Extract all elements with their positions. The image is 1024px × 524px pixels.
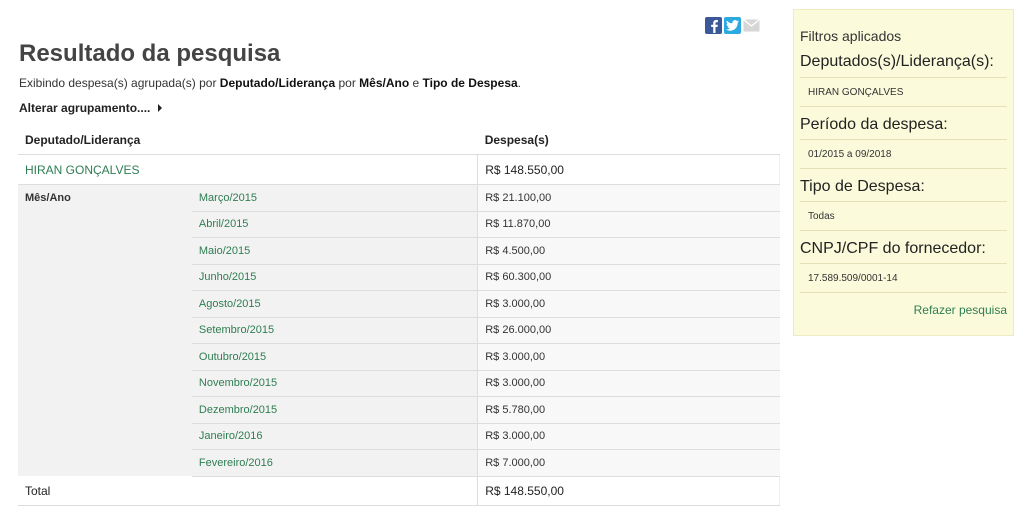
subtitle-bold-1: Deputado/Liderança (219, 76, 336, 90)
month-link[interactable]: Dezembro/2015 (191, 396, 478, 424)
subtitle-text-4: . (517, 76, 522, 90)
month-link[interactable]: Fevereiro/2016 (191, 449, 478, 477)
deputado-total-value: R$ 148.550,00 (477, 154, 780, 185)
grouping-description: Exibindo despesa(s) agrupada(s) por Depu… (19, 76, 521, 90)
month-link[interactable]: Janeiro/2016 (191, 423, 478, 450)
subtitle-bold-2: Mês/Ano (359, 76, 410, 90)
filter-cnpj-label: CNPJ/CPF do fornecedor: (800, 240, 986, 257)
filter-cnpj-value: 17.589.509/0001-14 (800, 263, 1007, 293)
month-link[interactable]: Setembro/2015 (191, 317, 478, 344)
month-group-label: Mês/Ano (18, 184, 192, 477)
month-value: R$ 4.500,00 (477, 237, 780, 265)
month-link[interactable]: Novembro/2015 (191, 370, 478, 397)
month-value: R$ 60.300,00 (477, 264, 780, 291)
total-label: Total (18, 475, 478, 506)
month-link[interactable]: Março/2015 (191, 184, 478, 212)
filter-tipo-label: Tipo de Despesa: (800, 178, 925, 195)
month-value: R$ 3.000,00 (477, 370, 780, 397)
month-value: R$ 7.000,00 (477, 449, 780, 477)
month-value: R$ 21.100,00 (477, 184, 780, 212)
results-table: Deputado/Liderança Despesa(s) HIRAN GONÇ… (18, 126, 780, 506)
month-link[interactable]: Agosto/2015 (191, 290, 478, 318)
refazer-pesquisa-link[interactable]: Refazer pesquisa (800, 303, 1007, 317)
deputado-name-link[interactable]: HIRAN GONÇALVES (18, 154, 478, 185)
filter-deputados-value: HIRAN GONÇALVES (800, 77, 1007, 107)
month-link[interactable]: Maio/2015 (191, 237, 478, 265)
month-value: R$ 5.780,00 (477, 396, 780, 424)
twitter-icon[interactable] (724, 17, 741, 34)
deputado-row: HIRAN GONÇALVES R$ 148.550,00 (18, 154, 780, 185)
month-link[interactable]: Abril/2015 (191, 211, 478, 238)
alterar-agrupamento-label: Alterar agrupamento.... (19, 101, 151, 115)
month-link[interactable]: Junho/2015 (191, 264, 478, 291)
month-value: R$ 3.000,00 (477, 423, 780, 450)
subtitle-text-2: por (335, 76, 360, 90)
month-link[interactable]: Outubro/2015 (191, 343, 478, 371)
filters-panel: Filtros aplicados Deputados(s)/Liderança… (793, 9, 1014, 336)
alterar-agrupamento-link[interactable]: Alterar agrupamento.... (19, 101, 163, 115)
subtitle-bold-3: Tipo de Despesa (422, 76, 518, 90)
subtitle-text-3: e (409, 76, 423, 90)
subtitle-text-1: Exibindo despesa(s) agrupada(s) por (19, 76, 220, 90)
filter-periodo-label: Período da despesa: (800, 116, 948, 133)
header-deputado: Deputado/Liderança (18, 126, 478, 155)
filter-periodo-value: 01/2015 a 09/2018 (800, 139, 1007, 169)
mail-icon[interactable] (743, 17, 760, 34)
filter-deputados-label: Deputados(s)/Liderança(s): (800, 53, 994, 70)
header-despesa: Despesa(s) (477, 126, 780, 155)
facebook-icon[interactable] (705, 17, 722, 34)
caret-right-icon (158, 104, 163, 112)
filter-tipo-value: Todas (800, 201, 1007, 231)
total-value: R$ 148.550,00 (477, 475, 780, 506)
month-row: Mês/Ano Março/2015 R$ 21.100,00 (18, 184, 780, 477)
month-value: R$ 11.870,00 (477, 211, 780, 238)
total-row: Total R$ 148.550,00 (18, 475, 780, 506)
filters-title: Filtros aplicados (800, 28, 902, 44)
results-body: HIRAN GONÇALVES R$ 148.550,00 Mês/Ano Mar… (18, 154, 780, 506)
month-value: R$ 26.000,00 (477, 317, 780, 344)
share-bar (705, 17, 760, 34)
month-value: R$ 3.000,00 (477, 343, 780, 371)
page-title: Resultado da pesquisa (19, 40, 281, 67)
month-value: R$ 3.000,00 (477, 290, 780, 318)
